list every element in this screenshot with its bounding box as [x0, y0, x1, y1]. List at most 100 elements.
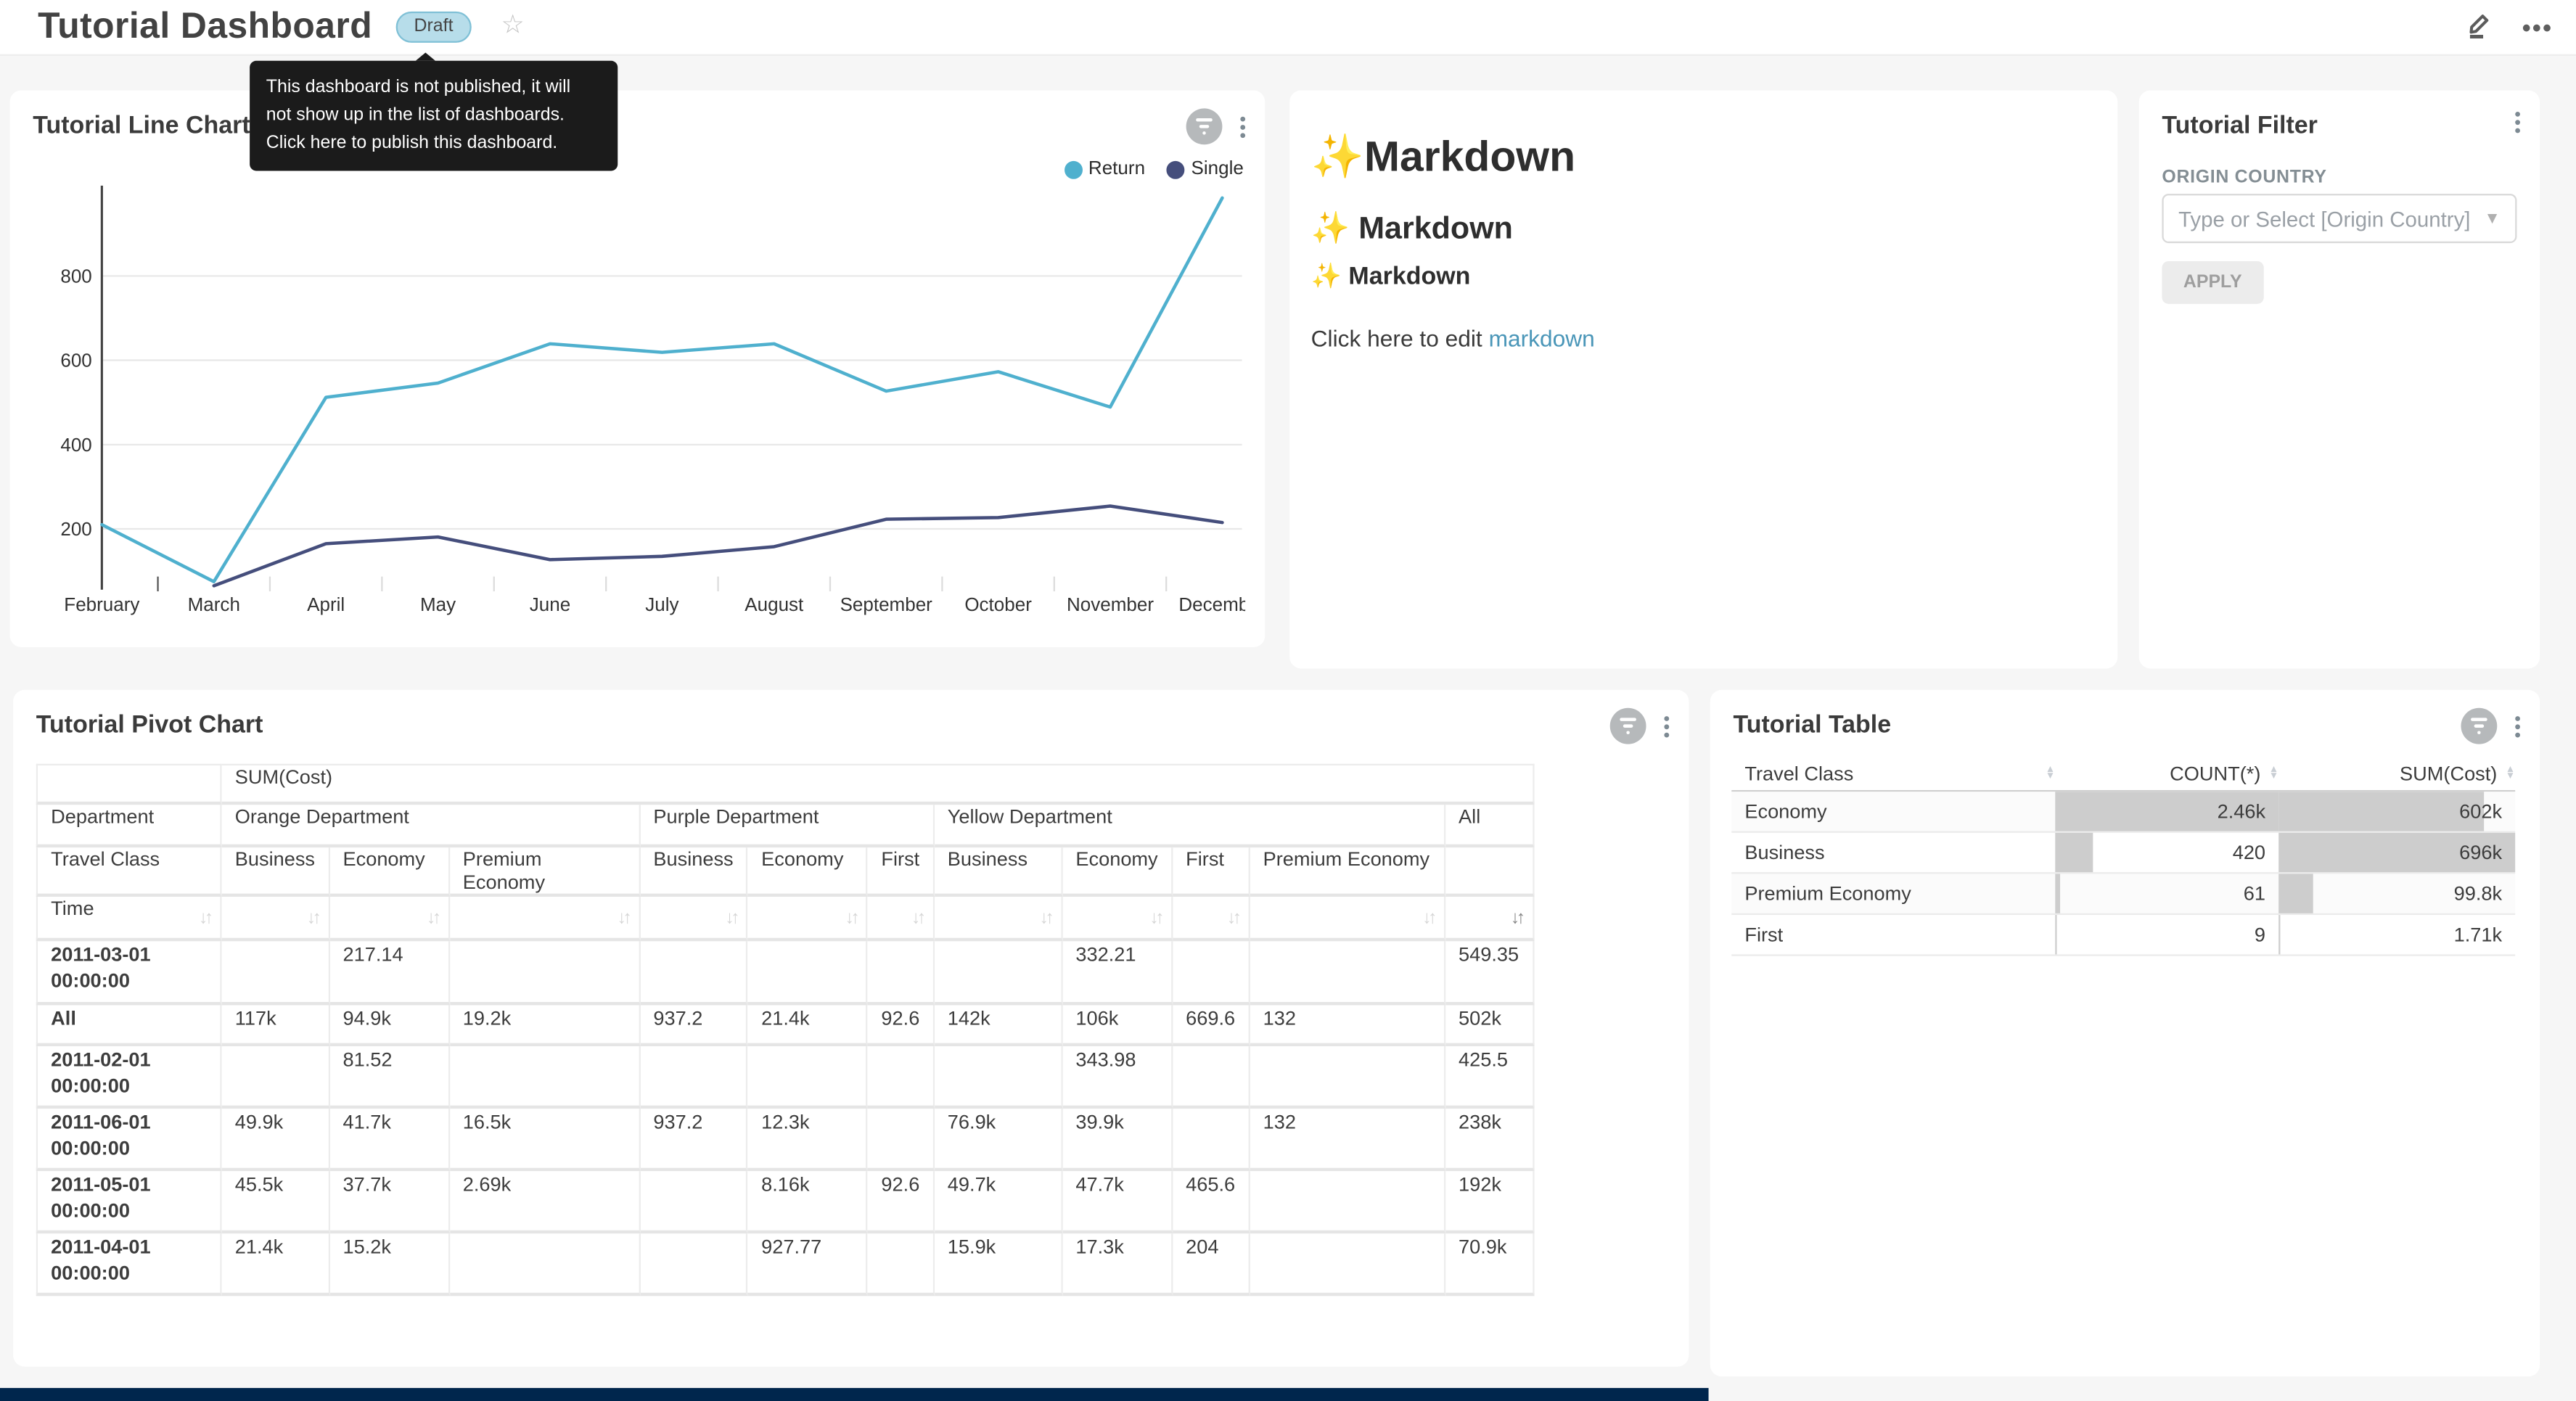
pivot-value-cell[interactable]: 49.9k [222, 1109, 330, 1171]
pivot-value-cell[interactable]: 70.9k [1445, 1233, 1534, 1296]
pivot-value-cell[interactable]: 45.5k [222, 1171, 330, 1233]
pivot-value-cell[interactable] [1173, 1046, 1250, 1109]
pivot-value-cell[interactable]: 937.2 [640, 1109, 748, 1171]
star-icon[interactable]: ☆ [501, 8, 525, 41]
sort-icon[interactable]: ↓↑ [845, 908, 857, 927]
pivot-value-cell[interactable]: 502k [1445, 1006, 1534, 1047]
sort-icon[interactable]: ▲▼ [2506, 766, 2515, 779]
pivot-metric-header[interactable]: SUM(Cost) [222, 764, 1534, 805]
pivot-value-cell[interactable]: 12.3k [748, 1109, 868, 1171]
pivot-value-cell[interactable] [748, 1046, 868, 1109]
pivot-value-cell[interactable]: 76.9k [935, 1109, 1063, 1171]
pivot-value-cell[interactable]: 49.7k [935, 1171, 1063, 1233]
pivot-col-header[interactable]: Business [935, 847, 1063, 897]
col-header-sum-cost[interactable]: SUM(Cost)▲▼ [2278, 761, 2515, 784]
pivot-sort-cell[interactable]: ↓↑ [450, 897, 641, 941]
pivot-value-cell[interactable] [868, 941, 934, 1005]
table-row[interactable]: Premium Economy6199.8k [1731, 874, 2515, 915]
pivot-col-header[interactable]: Economy [748, 847, 868, 897]
pivot-value-cell[interactable]: 927.77 [748, 1233, 868, 1296]
pivot-sort-cell[interactable]: ↓↑ [1173, 897, 1250, 941]
pivot-value-cell[interactable]: 39.9k [1062, 1109, 1173, 1171]
pivot-value-cell[interactable]: 132 [1250, 1006, 1445, 1047]
col-header-count[interactable]: COUNT(*)▲▼ [2055, 761, 2278, 784]
apply-button[interactable]: APPLY [2162, 261, 2263, 304]
pivot-sort-cell[interactable]: ↓↑ [748, 897, 868, 941]
pivot-value-cell[interactable]: 669.6 [1173, 1006, 1250, 1047]
pivot-value-cell[interactable]: 92.6 [868, 1006, 934, 1047]
pivot-value-cell[interactable]: 81.52 [329, 1046, 449, 1109]
pivot-value-cell[interactable] [748, 941, 868, 1005]
pivot-value-cell[interactable] [868, 1109, 934, 1171]
pivot-value-cell[interactable] [450, 941, 641, 1005]
pivot-value-cell[interactable] [935, 941, 1063, 1005]
pivot-value-cell[interactable]: 15.9k [935, 1233, 1063, 1296]
pivot-value-cell[interactable]: 192k [1445, 1171, 1534, 1233]
sort-icon[interactable]: ↓↑ [1511, 908, 1522, 927]
pivot-sort-cell[interactable]: ↓↑ [1445, 897, 1534, 941]
pivot-value-cell[interactable] [1250, 1233, 1445, 1296]
pivot-value-cell[interactable]: 15.2k [329, 1233, 449, 1296]
pivot-value-cell[interactable]: 238k [1445, 1109, 1534, 1171]
pivot-value-cell[interactable]: 37.7k [329, 1171, 449, 1233]
pivot-value-cell[interactable]: 425.5 [1445, 1046, 1534, 1109]
sort-icon[interactable]: ↓↑ [307, 908, 319, 927]
pivot-sort-cell[interactable]: ↓↑ [640, 897, 748, 941]
sort-icon[interactable]: ↓↑ [911, 908, 923, 927]
sort-icon[interactable]: ↓↑ [1227, 908, 1239, 927]
cross-filter-icon[interactable] [1610, 708, 1646, 744]
pivot-value-cell[interactable] [1173, 1109, 1250, 1171]
pivot-row-label[interactable]: 2011-02-01 00:00:00 [36, 1046, 222, 1109]
pivot-sort-cell[interactable]: ↓↑ [868, 897, 934, 941]
pivot-value-cell[interactable]: 937.2 [640, 1006, 748, 1047]
pivot-value-cell[interactable] [1250, 1171, 1445, 1233]
pivot-value-cell[interactable]: 343.98 [1062, 1046, 1173, 1109]
more-options-icon[interactable]: ••• [2522, 15, 2553, 42]
pivot-value-cell[interactable] [1250, 1046, 1445, 1109]
pivot-value-cell[interactable]: 47.7k [1062, 1171, 1173, 1233]
pivot-group-header[interactable]: Purple Department [640, 805, 934, 847]
pivot-group-header[interactable]: Yellow Department [935, 805, 1445, 847]
table-row[interactable]: First91.71k [1731, 915, 2515, 956]
pivot-value-cell[interactable] [640, 1233, 748, 1296]
pivot-value-cell[interactable] [450, 1233, 641, 1296]
pivot-value-cell[interactable]: 19.2k [450, 1006, 641, 1047]
pivot-col-header[interactable]: Premium Economy [450, 847, 641, 897]
pivot-value-cell[interactable]: 17.3k [1062, 1233, 1173, 1296]
pivot-col-header[interactable] [1445, 847, 1534, 897]
pivot-sort-cell[interactable]: ↓↑ [1062, 897, 1173, 941]
pivot-group-header[interactable]: Orange Department [222, 805, 641, 847]
pivot-col-header[interactable]: Economy [329, 847, 449, 897]
sort-icon[interactable]: ↓↑ [618, 908, 629, 927]
origin-country-select[interactable]: Type or Select [Origin Country] ▼ [2162, 194, 2516, 243]
sort-icon[interactable]: ↓↑ [1422, 908, 1434, 927]
pivot-value-cell[interactable]: 332.21 [1062, 941, 1173, 1005]
pivot-value-cell[interactable]: 465.6 [1173, 1171, 1250, 1233]
pivot-value-cell[interactable]: 204 [1173, 1233, 1250, 1296]
sort-icon[interactable]: ▲▼ [2046, 766, 2055, 779]
pivot-value-cell[interactable] [640, 1171, 748, 1233]
pivot-value-cell[interactable]: 132 [1250, 1109, 1445, 1171]
markdown-edit-link[interactable]: markdown [1489, 325, 1595, 351]
pivot-row-label[interactable]: All [36, 1006, 222, 1047]
sort-icon[interactable]: ↓↑ [1149, 908, 1161, 927]
pivot-value-cell[interactable] [868, 1046, 934, 1109]
pivot-sort-cell[interactable]: ↓↑ [329, 897, 449, 941]
pivot-sort-cell[interactable]: ↓↑ [1250, 897, 1445, 941]
pivot-col-header[interactable]: Business [640, 847, 748, 897]
cross-filter-icon[interactable] [2461, 708, 2497, 744]
draft-badge[interactable]: Draft [396, 12, 472, 43]
pivot-group-header[interactable]: All [1445, 805, 1534, 847]
pivot-value-cell[interactable]: 16.5k [450, 1109, 641, 1171]
kebab-menu-icon[interactable] [2512, 712, 2524, 739]
pivot-col-header[interactable]: Premium Economy [1250, 847, 1445, 897]
pivot-value-cell[interactable] [640, 941, 748, 1005]
pivot-value-cell[interactable] [222, 1046, 330, 1109]
edit-pencil-icon[interactable] [2463, 8, 2495, 49]
pivot-sort-cell[interactable]: ↓↑ [935, 897, 1063, 941]
col-header-travel-class[interactable]: Travel Class▲▼ [1731, 761, 2055, 784]
pivot-value-cell[interactable] [1173, 941, 1250, 1005]
pivot-value-cell[interactable]: 117k [222, 1006, 330, 1047]
pivot-value-cell[interactable]: 142k [935, 1006, 1063, 1047]
pivot-col-header[interactable]: Economy [1062, 847, 1173, 897]
